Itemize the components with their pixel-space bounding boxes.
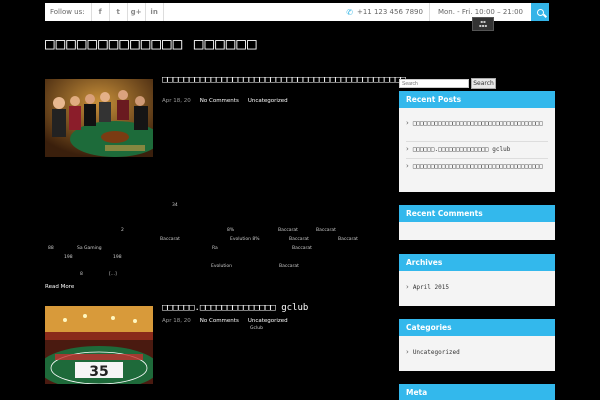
divider	[406, 158, 548, 159]
site-logo[interactable]: ▪▪ ▪▪▪	[472, 17, 494, 31]
post-category-link[interactable]: Uncategorized	[248, 318, 288, 324]
phone-number: +11 123 456 7890	[356, 8, 423, 16]
excerpt-fragment: Ra	[212, 246, 218, 251]
post-category-link[interactable]: Uncategorized	[248, 98, 288, 104]
recent-posts-heading: Recent Posts	[399, 91, 555, 108]
recent-comments-heading: Recent Comments	[399, 205, 555, 222]
post-date: Apr 18, 20	[162, 98, 191, 104]
excerpt-fragment: 198	[113, 255, 122, 260]
meta-heading: Meta	[399, 384, 555, 400]
post-title[interactable]: □□□□□□□□□□□□□□□□□□□□□□□□□□□□□□□□□□□□□□□□…	[162, 75, 406, 86]
chevron-right-icon: ›	[406, 145, 409, 153]
excerpt-fragment: Evolution	[211, 264, 232, 269]
excerpt-fragment: 198	[64, 255, 73, 260]
excerpt-fragment: 8	[80, 272, 83, 277]
excerpt-fragment: Baccarat	[292, 246, 312, 251]
post-thumbnail[interactable]: 35	[45, 306, 153, 384]
excerpt-fragment: 88	[48, 246, 54, 251]
excerpt-fragment: 2	[121, 228, 124, 233]
recent-post-link[interactable]: □□□□□□□□□□□□□□□□□□□□□□□□□□□□□□□□□□□□	[413, 163, 543, 171]
recent-post-item[interactable]: › □□□□□□□□□□□□□□□□□□□□□□□□□□□□□□□□□□□□	[406, 120, 551, 128]
chevron-right-icon: ›	[406, 162, 409, 170]
search-toggle-button[interactable]	[531, 3, 549, 21]
site-title[interactable]: □□□□□□□□□□□□□ □□□□□□	[45, 34, 258, 53]
svg-text:35: 35	[89, 364, 108, 380]
recent-post-link[interactable]: □□□□□□□□□□□□□□□□□□□□□□□□□□□□□□□□□□□□	[413, 120, 543, 128]
read-more-link[interactable]: Read More	[45, 284, 74, 290]
category-link[interactable]: Uncategorized	[413, 349, 460, 357]
chevron-right-icon: ›	[406, 283, 409, 291]
excerpt-fragment: Sa Gaming	[77, 246, 102, 251]
chevron-right-icon: ›	[406, 348, 409, 356]
excerpt-fragment: [...]	[109, 272, 117, 277]
chevron-right-icon: ›	[406, 119, 409, 127]
excerpt-fragment: 34	[172, 203, 178, 208]
recent-post-link[interactable]: □□□□□□.□□□□□□□□□□□□□□ gclub	[413, 146, 511, 154]
archives-widget: › April 2015	[399, 271, 555, 306]
post-title[interactable]: □□□□□□.□□□□□□□□□□□□□□ gclub	[162, 303, 372, 314]
post-meta: Apr 18, 20 No Comments Uncategorized	[162, 318, 288, 324]
archive-item[interactable]: › April 2015	[406, 284, 551, 292]
category-item[interactable]: › Uncategorized	[406, 349, 551, 357]
twitter-icon[interactable]: t	[110, 3, 128, 21]
recent-posts-widget: › □□□□□□□□□□□□□□□□□□□□□□□□□□□□□□□□□□□□ ›…	[399, 108, 555, 192]
recent-post-item[interactable]: › □□□□□□.□□□□□□□□□□□□□□ gclub	[406, 146, 551, 154]
categories-widget: › Uncategorized	[399, 336, 555, 371]
categories-heading: Categories	[399, 319, 555, 336]
recent-comments-widget	[399, 222, 555, 240]
excerpt-fragment: 8%	[227, 228, 235, 233]
excerpt-fragment: Baccarat	[289, 237, 309, 242]
post-comments-link[interactable]: No Comments	[200, 98, 239, 104]
excerpt-fragment: Baccarat	[279, 264, 299, 269]
google-plus-icon[interactable]: g+	[128, 3, 146, 21]
excerpt-fragment: Baccarat	[316, 228, 336, 233]
excerpt-fragment: Baccarat	[338, 237, 358, 242]
phone-icon: ✆	[346, 7, 353, 17]
sidebar-search-button[interactable]: Search	[471, 78, 496, 89]
excerpt-fragment: Gclub	[250, 326, 263, 331]
phone-contact: ✆ +11 123 456 7890	[340, 3, 430, 21]
search-icon	[536, 8, 544, 16]
recent-post-item[interactable]: › □□□□□□□□□□□□□□□□□□□□□□□□□□□□□□□□□□□□	[406, 163, 551, 171]
excerpt-fragment: Baccarat	[160, 237, 180, 242]
excerpt-fragment: Evolution 8%	[230, 237, 260, 242]
linkedin-icon[interactable]: in	[146, 3, 164, 21]
post-thumbnail[interactable]	[45, 79, 153, 157]
facebook-icon[interactable]: f	[92, 3, 110, 21]
post-date: Apr 18, 20	[162, 318, 191, 324]
follow-label: Follow us:	[45, 3, 92, 21]
archives-heading: Archives	[399, 254, 555, 271]
sidebar-search-input[interactable]	[399, 79, 469, 88]
post-comments-link[interactable]: No Comments	[200, 318, 239, 324]
post-meta: Apr 18, 20 No Comments Uncategorized	[162, 98, 288, 104]
archive-link[interactable]: April 2015	[413, 284, 449, 292]
divider	[406, 141, 548, 142]
excerpt-fragment: Baccarat	[278, 228, 298, 233]
